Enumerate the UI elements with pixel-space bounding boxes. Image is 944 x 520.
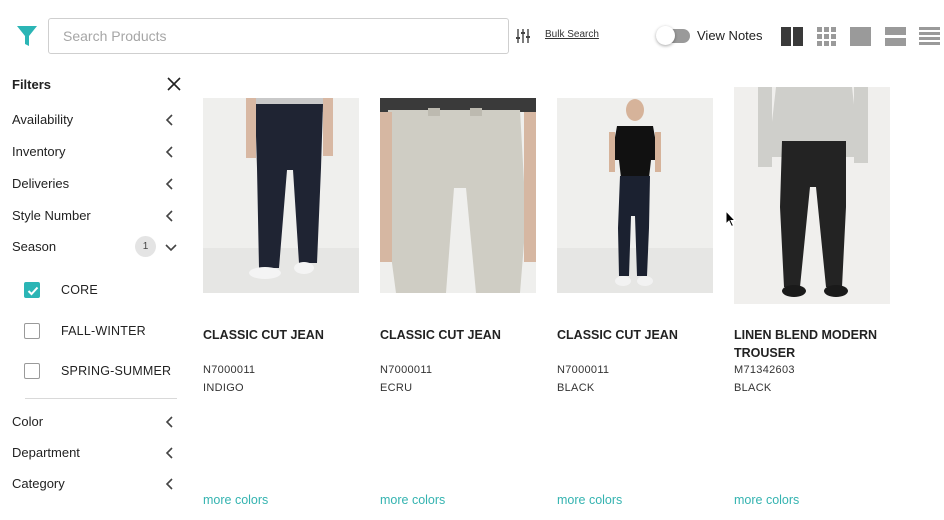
product-image[interactable] xyxy=(203,98,359,293)
compact-list-view-icon[interactable] xyxy=(918,26,941,47)
chevron-left-icon xyxy=(165,478,173,490)
product-name[interactable]: CLASSIC CUT JEAN xyxy=(203,326,363,344)
product-color: BLACK xyxy=(557,382,595,394)
filter-label: Style Number xyxy=(12,208,91,223)
option-label: CORE xyxy=(61,283,98,297)
jean-ecru-photo xyxy=(380,98,536,293)
product-color: BLACK xyxy=(734,382,772,394)
jean-indigo-photo xyxy=(203,98,359,293)
filter-style-number[interactable]: Style Number xyxy=(0,204,190,228)
product-color: INDIGO xyxy=(203,382,244,394)
filter-funnel-icon[interactable] xyxy=(16,25,38,47)
season-option-core[interactable]: CORE xyxy=(0,279,190,303)
filter-label: Availability xyxy=(12,112,74,127)
checkbox-unchecked[interactable] xyxy=(24,323,40,339)
option-label: FALL-WINTER xyxy=(61,324,146,338)
product-sku: M71342603 xyxy=(734,364,795,376)
filter-deliveries[interactable]: Deliveries xyxy=(0,172,190,196)
jean-black-photo xyxy=(557,99,713,293)
filter-department[interactable]: Department xyxy=(0,441,190,465)
product-name[interactable]: CLASSIC CUT JEAN xyxy=(380,326,540,344)
season-option-fall-winter[interactable]: FALL-WINTER xyxy=(0,320,190,344)
chevron-down-icon xyxy=(165,244,177,252)
more-colors-link[interactable]: more colors xyxy=(203,493,268,507)
filter-color[interactable]: Color xyxy=(0,410,190,434)
checkbox-unchecked[interactable] xyxy=(24,363,40,379)
chevron-left-icon xyxy=(165,114,173,126)
divider xyxy=(25,398,177,399)
chevron-left-icon xyxy=(165,146,173,158)
mouse-cursor-icon xyxy=(725,210,737,228)
product-name[interactable]: CLASSIC CUT JEAN xyxy=(557,326,717,344)
more-colors-link[interactable]: more colors xyxy=(380,493,445,507)
filters-sidebar: Filters Availability Inventory Deliverie… xyxy=(0,72,190,520)
filter-label: Category xyxy=(12,476,65,491)
more-colors-link[interactable]: more colors xyxy=(734,493,799,507)
product-image[interactable] xyxy=(734,87,890,304)
more-colors-link[interactable]: more colors xyxy=(557,493,622,507)
filter-label: Department xyxy=(12,445,80,460)
chevron-left-icon xyxy=(165,416,173,428)
filter-label: Deliveries xyxy=(12,176,70,191)
chevron-left-icon xyxy=(165,210,173,222)
chevron-left-icon xyxy=(165,447,173,459)
trouser-black-photo xyxy=(758,87,868,297)
option-label: SPRING-SUMMER xyxy=(61,364,172,378)
filter-availability[interactable]: Availability xyxy=(0,108,190,132)
product-sku: N7000011 xyxy=(380,364,433,376)
checkmark-icon xyxy=(27,286,39,296)
filter-label: Season xyxy=(12,239,57,254)
filter-season[interactable]: Season 1 xyxy=(0,235,190,259)
filter-category[interactable]: Category xyxy=(0,472,190,496)
product-sku: N7000011 xyxy=(557,364,610,376)
filters-title: Filters xyxy=(12,77,52,92)
product-sku: N7000011 xyxy=(203,364,256,376)
product-color: ECRU xyxy=(380,382,413,394)
season-count-badge: 1 xyxy=(135,236,156,257)
filter-label: Inventory xyxy=(12,144,66,159)
filter-inventory[interactable]: Inventory xyxy=(0,140,190,164)
season-option-spring-summer[interactable]: SPRING-SUMMER xyxy=(0,360,190,384)
product-card[interactable]: CLASSIC CUT JEAN N7000011 BLACK more col… xyxy=(557,0,717,520)
chevron-left-icon xyxy=(165,178,173,190)
product-card[interactable]: CLASSIC CUT JEAN N7000011 ECRU more colo… xyxy=(380,0,540,520)
product-image[interactable] xyxy=(557,98,713,293)
filter-label: Color xyxy=(12,414,44,429)
product-name[interactable]: LINEN BLEND MODERN TROUSER xyxy=(734,326,894,362)
product-image[interactable] xyxy=(380,98,536,293)
product-card[interactable]: CLASSIC CUT JEAN N7000011 INDIGO more co… xyxy=(203,0,363,520)
close-icon[interactable] xyxy=(166,76,182,92)
checkbox-checked[interactable] xyxy=(24,282,40,298)
product-card[interactable]: LINEN BLEND MODERN TROUSER M71342603 BLA… xyxy=(734,0,894,520)
